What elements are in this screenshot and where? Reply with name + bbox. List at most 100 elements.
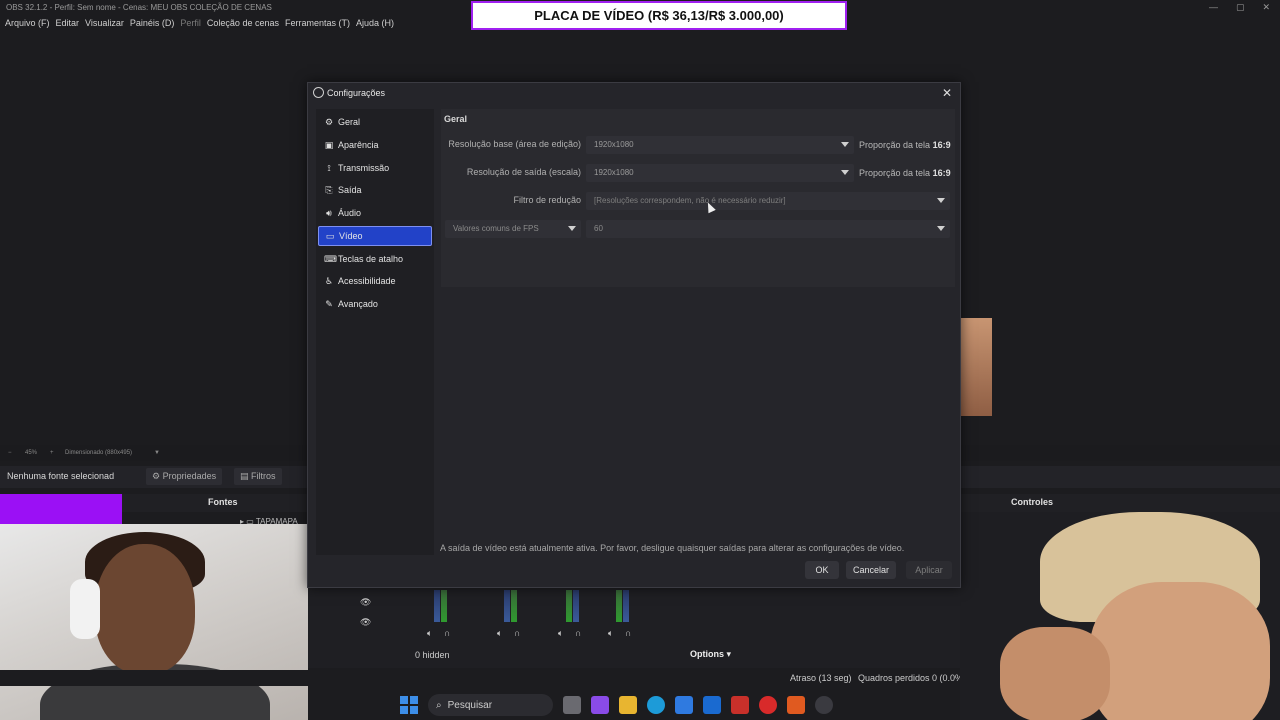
video-active-warning: A saída de vídeo está atualmente ativa. … (440, 543, 905, 553)
mail-icon[interactable] (703, 696, 721, 714)
speaker-icon[interactable]: 🔈︎ (558, 628, 563, 639)
voicemeeter-icon[interactable] (731, 696, 749, 714)
downscale-filter-value: [Resoluções correspondem, não é necessár… (594, 196, 786, 205)
keyboard-icon: ⌨ (324, 253, 337, 264)
chevron-down-icon (568, 226, 576, 231)
speaker-icon[interactable]: 🔈︎ (427, 628, 432, 639)
group-title: Geral (444, 114, 468, 124)
audio-meter (434, 590, 440, 622)
output-resolution-combo[interactable]: 1920x1080 (586, 164, 854, 182)
appearance-icon: ▣ (324, 139, 334, 150)
downscale-filter-combo[interactable]: [Resoluções correspondem, não é necessár… (586, 192, 950, 210)
menu-ferramentas[interactable]: Ferramentas (T) (284, 16, 355, 32)
audio-meter (616, 590, 622, 622)
obs-icon[interactable] (815, 696, 833, 714)
headphones-icon[interactable]: ∩ (575, 628, 581, 638)
eye-icon[interactable]: 👁︎ (360, 597, 371, 608)
sidebar-item-label: Vídeo (339, 231, 363, 241)
store-icon[interactable] (675, 696, 693, 714)
dialog-title: Configurações (327, 88, 386, 98)
output-icon: ⎘ (325, 184, 333, 195)
close-window-icon[interactable]: ✕ (1262, 2, 1270, 13)
base-aspect-ratio-prefix: Proporção da tela (859, 140, 931, 150)
sidebar-item-acessibilidade[interactable]: ♿︎ Acessibilidade (318, 271, 432, 291)
taskbar: ⌕ Pesquisar (400, 690, 960, 720)
overlay-purple-bar (0, 494, 122, 524)
fps-value: 60 (594, 224, 603, 233)
cancel-button[interactable]: Cancelar (846, 561, 896, 579)
video-settings-panel: Geral Resolução base (área de edição) 19… (441, 109, 955, 555)
sidebar-item-geral[interactable]: ⚙ Geral (318, 112, 432, 132)
speaker-icon[interactable]: 🔈︎ (608, 628, 613, 639)
sidebar-item-label: Acessibilidade (338, 276, 396, 286)
fps-type-combo[interactable]: Valores comuns de FPS (445, 220, 581, 238)
menu-editar[interactable]: Editar (55, 16, 85, 32)
menu-paineis[interactable]: Painéis (D) (129, 16, 180, 32)
sidebar-item-avançado[interactable]: ✎ Avançado (318, 294, 432, 314)
headphones-icon[interactable]: ∩ (625, 628, 631, 638)
fps-value-combo[interactable]: 60 (586, 220, 950, 238)
taskbar-search[interactable]: ⌕ Pesquisar (428, 694, 553, 716)
accessibility-icon: ♿︎ (324, 275, 334, 286)
base-resolution-combo[interactable]: 1920x1080 (586, 136, 854, 154)
fps-type-value: Valores comuns de FPS (453, 224, 539, 233)
edge-icon[interactable] (647, 696, 665, 714)
brave-icon[interactable] (787, 696, 805, 714)
menu-visualizar[interactable]: Visualizar (84, 16, 129, 32)
sidebar-item-label: Áudio (338, 208, 362, 218)
sidebar-item-label: Avançado (338, 299, 378, 309)
sidebar-item-vídeo[interactable]: ▭ Vídeo (318, 226, 432, 246)
window-controls: — ▢ ✕ (1209, 2, 1270, 13)
options-label: Options (690, 649, 724, 659)
menu-arquivo[interactable]: Arquivo (F) (4, 16, 55, 32)
apply-button[interactable]: Aplicar (906, 561, 952, 579)
menu-colecao[interactable]: Coleção de cenas (206, 16, 284, 32)
audio-meter (566, 590, 572, 622)
filters-button[interactable]: ▤ Filtros (234, 468, 282, 485)
task-view-icon[interactable] (563, 696, 581, 714)
properties-button[interactable]: ⚙ Propriedades (146, 468, 223, 485)
sidebar-item-transmissão[interactable]: ⟟ Transmissão (318, 158, 432, 178)
app-icon[interactable] (591, 696, 609, 714)
controls-dock-title: Controles (1011, 497, 1054, 507)
maximize-icon[interactable]: ▢ (1236, 2, 1245, 13)
minimize-icon[interactable]: — (1209, 2, 1218, 13)
speaker-icon: 🔊︎ (326, 207, 332, 218)
antenna-icon: ⟟ (327, 162, 331, 173)
downscale-filter-label: Filtro de redução (513, 195, 581, 205)
options-button[interactable]: Options ▾ (690, 649, 731, 660)
no-source-label: Nenhuma fonte selecionad (7, 471, 115, 481)
audio-meter (504, 590, 510, 622)
sidebar-item-áudio[interactable]: 🔊︎ Áudio (318, 203, 432, 223)
sidebar-item-label: Aparência (338, 140, 379, 150)
close-icon[interactable]: ✕ (942, 86, 952, 100)
ok-button[interactable]: OK (805, 561, 839, 579)
sidebar-item-saída[interactable]: ⎘ Saída (318, 180, 432, 200)
base-resolution-label: Resolução base (área de edição) (448, 139, 581, 149)
headphones-icon[interactable]: ∩ (444, 628, 450, 638)
sidebar-item-teclas-de-atalho[interactable]: ⌨ Teclas de atalho (318, 249, 432, 269)
zoom-in-icon[interactable]: + (50, 450, 54, 456)
zoom-out-icon[interactable]: − (8, 450, 12, 456)
taskbar-search-label: Pesquisar (447, 699, 493, 711)
windows-start-icon[interactable] (400, 696, 418, 714)
menu-perfil[interactable]: Perfil (179, 16, 206, 32)
menu-ajuda[interactable]: Ajuda (H) (355, 16, 399, 32)
sources-dock-title: Fontes (208, 497, 238, 507)
eye-icon[interactable]: 👁︎ (360, 617, 371, 628)
menu-bar: Arquivo (F) Editar Visualizar Painéis (D… (0, 16, 470, 32)
settings-dialog: Configurações ✕ ⚙ Geral ▣ Aparência ⟟ Transmi… (307, 82, 961, 588)
speaker-icon[interactable]: 🔈︎ (497, 628, 502, 639)
scale-dropdown-icon[interactable]: ▼ (154, 450, 160, 456)
chevron-down-icon (937, 198, 945, 203)
sidebar-item-label: Teclas de atalho (338, 254, 404, 264)
folder-icon[interactable] (619, 696, 637, 714)
chevron-down-icon (841, 170, 849, 175)
chevron-down-icon (841, 142, 849, 147)
headphones-icon[interactable]: ∩ (514, 628, 520, 638)
app-icon[interactable] (759, 696, 777, 714)
wrench-icon: ✎ (325, 298, 333, 309)
output-resolution-value: 1920x1080 (594, 168, 634, 177)
sidebar-item-aparência[interactable]: ▣ Aparência (318, 135, 432, 155)
zoom-level: 45% (25, 450, 38, 456)
